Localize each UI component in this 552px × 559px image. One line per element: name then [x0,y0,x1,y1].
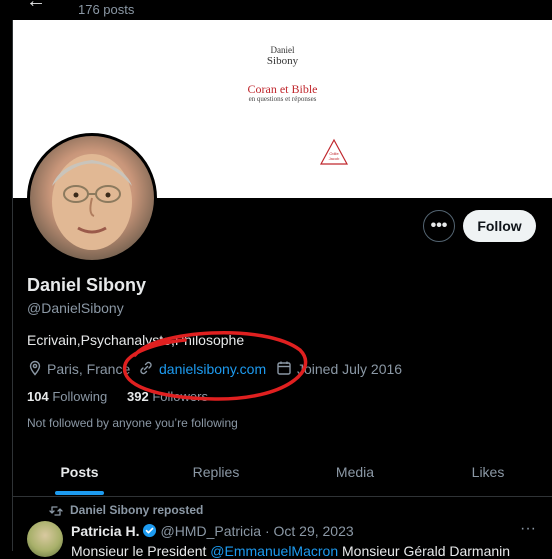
profile-joined: Joined July 2016 [297,361,403,377]
tweet-author-name[interactable]: Patricia H. [71,523,139,539]
more-options-button[interactable]: ••• [423,210,455,242]
calendar-icon [277,361,291,375]
tab-likes[interactable]: Likes [424,452,552,494]
profile-bio: Ecrivain,Psychanalyste,Philosophe [27,332,245,348]
link-icon [140,361,152,375]
follow-button[interactable]: Follow [463,210,536,242]
book-author-last: Sibony [266,55,299,67]
profile-avatar[interactable] [27,133,157,263]
tweet-more-icon[interactable]: ··· [520,520,536,538]
verified-badge-icon [143,523,157,538]
followers-link[interactable]: 392 Followers [127,389,208,404]
book-subtitle: en questions et réponses [248,95,317,103]
tweet-text: Monsieur le President @EmmanuelMacron Mo… [71,543,510,559]
tweet-date[interactable]: · Oct 29, 2023 [265,523,354,539]
following-link[interactable]: 104 Following [27,389,107,404]
top-bar: ← 176 posts [0,0,552,20]
more-icon: ••• [430,217,448,234]
publisher-logo-icon: Odile Jacob [319,138,349,165]
tweet-text-start: Monsieur le President [71,543,211,559]
followers-label: Followers [152,389,208,404]
profile-handle: @DanielSibony [27,300,124,316]
book-author-first: Daniel [270,45,295,55]
profile-website-link[interactable]: danielsibony.com [159,361,266,377]
tab-replies[interactable]: Replies [146,452,286,494]
profile-name: Daniel Sibony [27,275,147,295]
not-followed-notice: Not followed by anyone you’re following [27,416,238,430]
profile-location: Paris, France [47,361,131,377]
back-arrow-icon[interactable]: ← [26,0,46,13]
tab-posts[interactable]: Posts [13,452,146,494]
tweet-avatar[interactable] [27,521,63,557]
tweet-text-end: Monsieur Gérald Darmanin [338,543,511,559]
tweet-mention-link[interactable]: @EmmanuelMacron [210,543,338,559]
tabs-divider [13,496,552,497]
tweet-author-handle[interactable]: @HMD_Patricia [160,523,261,539]
location-icon [29,360,41,376]
followers-count: 392 [127,389,149,404]
post-count: 176 posts [78,2,135,17]
profile-tabs: Posts Replies Media Likes [13,452,552,495]
tab-media[interactable]: Media [286,452,424,494]
active-tab-indicator [55,491,104,495]
svg-text:Jacob: Jacob [329,156,340,161]
repost-icon [49,506,63,516]
following-count: 104 [27,389,49,404]
avatar-face-icon [52,154,132,250]
tweet-header: Patricia H. @HMD_Patricia · Oct 29, 2023 [71,523,354,539]
following-label: Following [52,389,108,404]
repost-indicator[interactable]: Daniel Sibony reposted [70,503,203,517]
